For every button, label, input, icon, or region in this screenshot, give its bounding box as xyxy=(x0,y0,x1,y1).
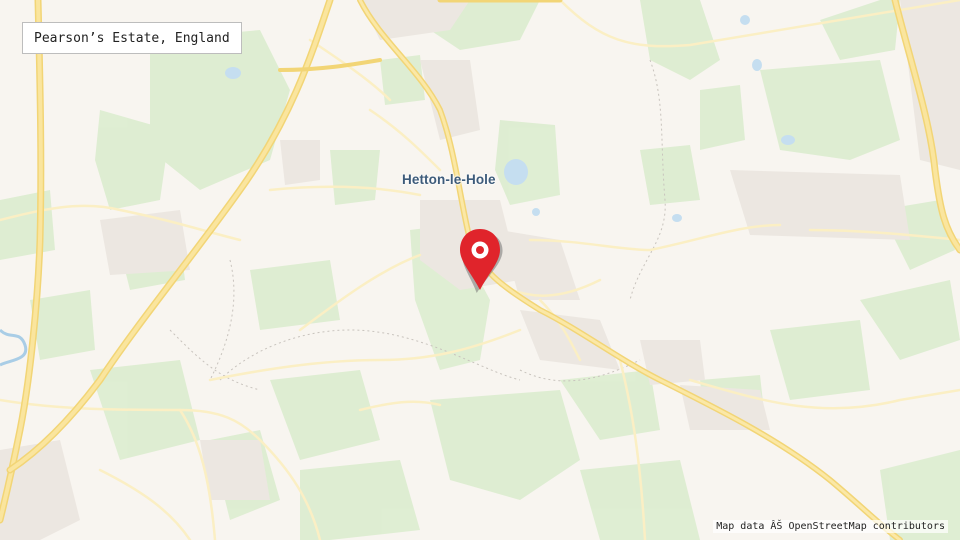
town-label: Hetton-le-Hole xyxy=(402,172,496,187)
location-pin-icon[interactable] xyxy=(455,226,507,296)
map-view[interactable]: Pearson’s Estate, England Hetton-le-Hole… xyxy=(0,0,960,540)
place-title: Pearson’s Estate, England xyxy=(22,22,242,54)
map-attribution: Map data ÂŠ OpenStreetMap contributors xyxy=(713,520,948,533)
